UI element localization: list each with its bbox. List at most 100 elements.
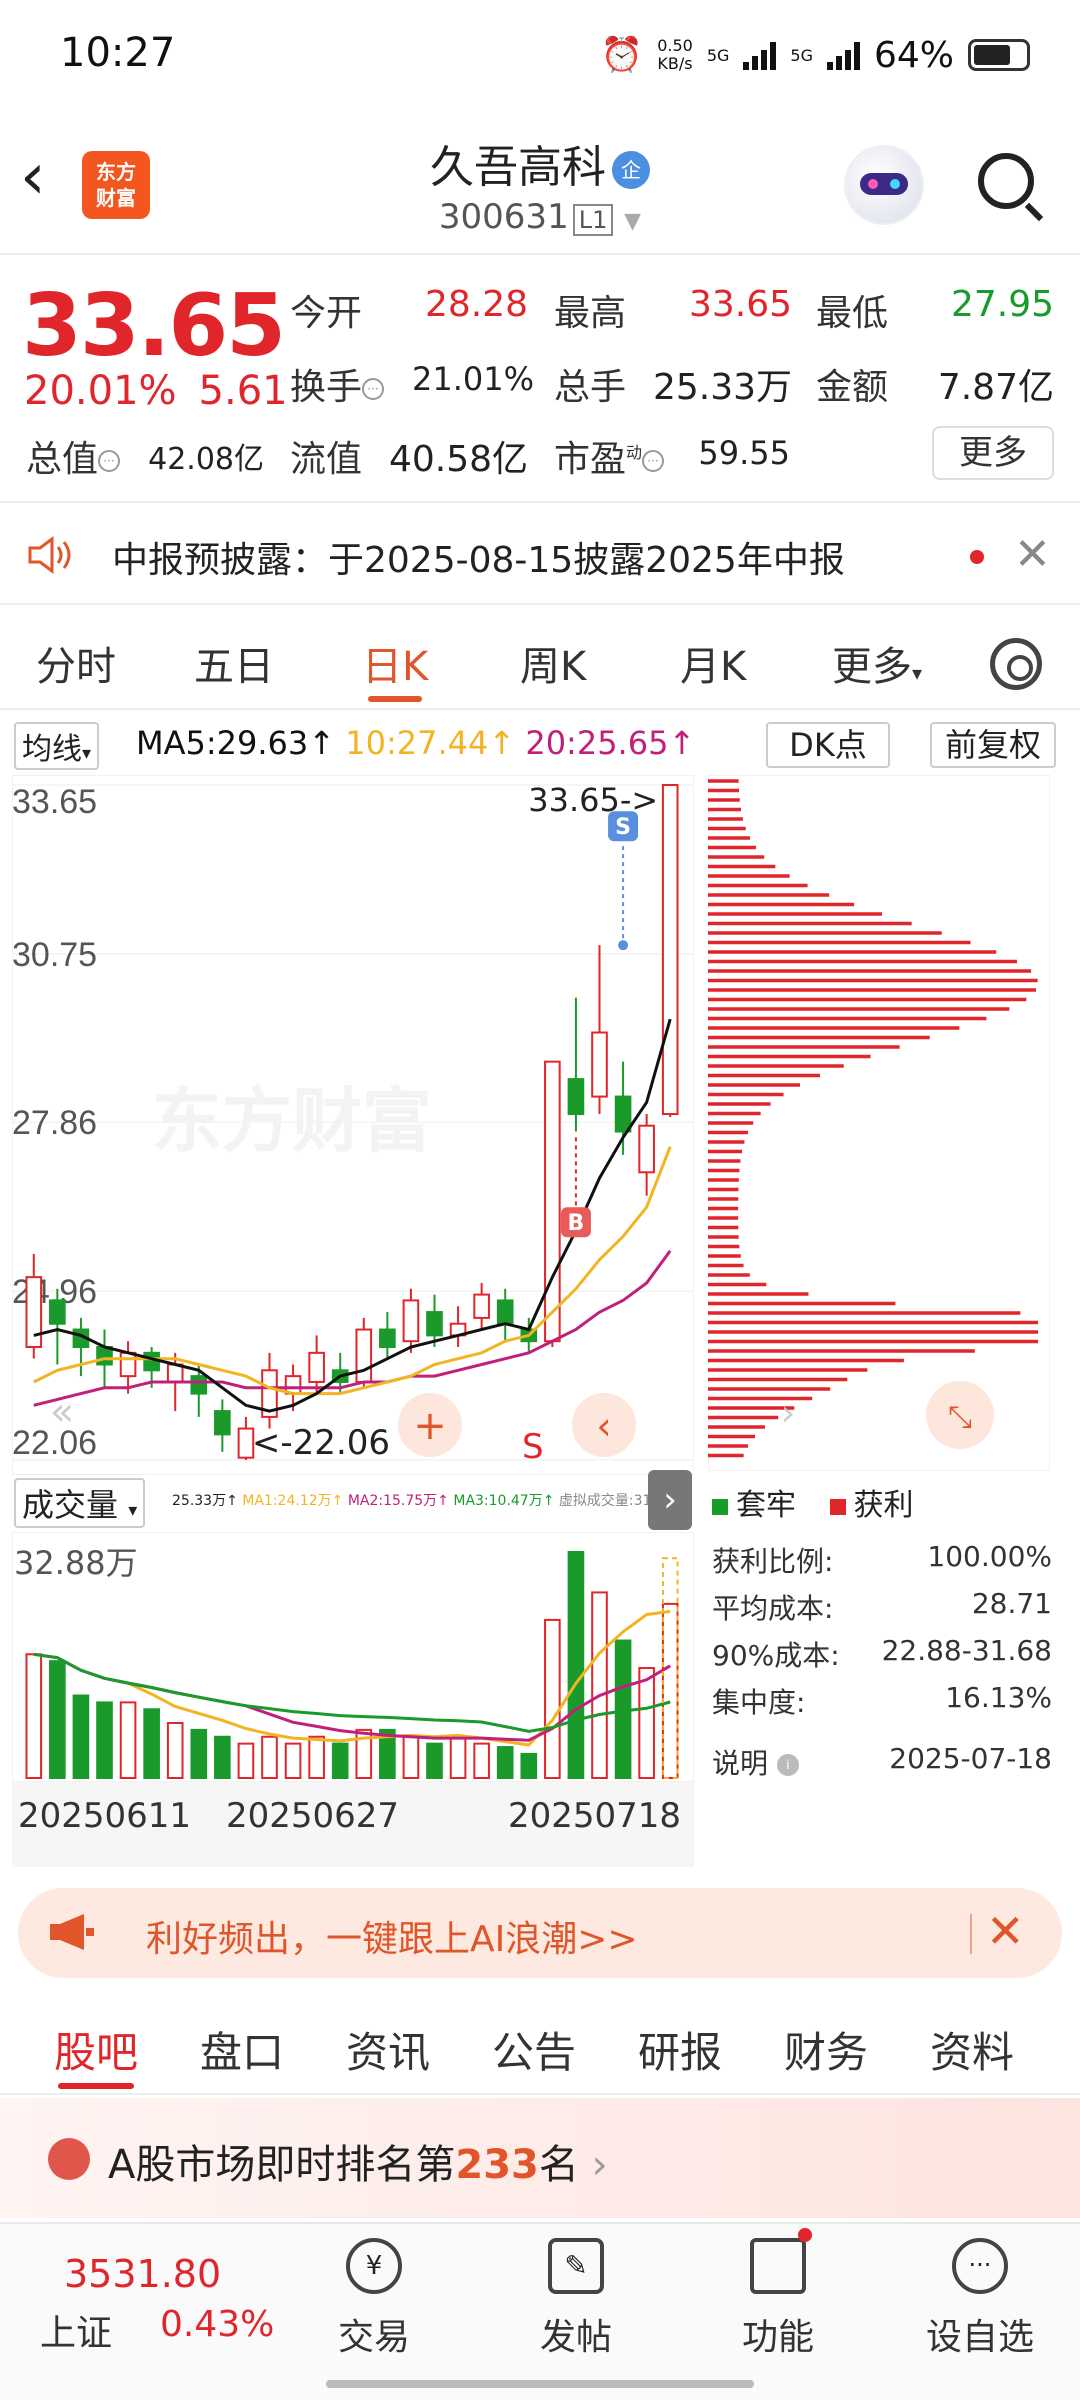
nav-trade[interactable]: ¥ 交易 [304,2238,444,2360]
vol-ma2: MA2:15.75万↑ [347,1493,449,1509]
stock-header: ‹ 东方 财富 久吾高科企 300631 L1 ▼ [0,115,1080,255]
chevron-right-icon: › [591,2142,608,2188]
candle-down [379,1328,396,1349]
divider [970,1914,972,1954]
stock-code-row[interactable]: 300631 L1 ▼ [0,197,1080,237]
info-icon[interactable]: i [776,1754,799,1776]
volume-select[interactable]: 成交量 ▾ [14,1478,146,1528]
close-icon[interactable]: ✕ [986,1904,1025,1958]
volume-bar-down [190,1728,208,1780]
rank-number: 233 [455,2142,539,2188]
high-value: 33.65 [688,284,792,325]
rank-card[interactable]: A股市场即时排名第233名 › [0,2098,1080,2218]
tab-profile[interactable]: 资料 [930,2019,1014,2080]
index-name: 上证 [40,2313,113,2354]
content-tabs: 股吧 盘口 资讯 公告 研报 财务 资料 [0,1995,1080,2095]
buy-marker-label: B [568,1211,585,1236]
volume-bar-down [567,1551,585,1779]
volume-bar-down [143,1708,160,1780]
candle-up [591,1031,608,1098]
stat-value: 100.00% [927,1540,1052,1573]
more-quote-button[interactable]: 更多 [932,426,1054,480]
bottom-bar: 3531.80 上证 0.43% ¥ 交易 ✎ 发帖 功能 ··· 设自选 [0,2222,1080,2400]
stat-key: 90%成本: [712,1639,840,1672]
candle-up [25,1276,43,1349]
volume-chart[interactable]: 32.88万 [12,1532,694,1782]
candle-up [473,1293,490,1319]
tab-monthly-k[interactable]: 月K [680,634,746,692]
gear-icon[interactable] [990,638,1042,690]
amount-value: 7.87亿 [937,367,1054,408]
turnover-label-text: 换手 [290,367,363,408]
info-icon[interactable]: ··· [98,450,121,472]
promo-banner[interactable]: 利好频出，一键跟上AI浪潮>> ✕ [18,1888,1062,1978]
y-tick-label: 33.65 [12,783,97,821]
volume-date-axis: 20250611 20250627 20250718 [12,1782,694,1867]
tab-guba[interactable]: 股吧 [54,2019,138,2089]
chevron-right-icon[interactable]: › [648,1470,692,1530]
tab-more[interactable]: 更多▾ [832,634,922,692]
volume-bar-up [402,1735,420,1779]
edit-icon: ✎ [548,2238,604,2294]
notice-bar[interactable]: 中报预披露：于2025-08-15披露2025年中报 ✕ [0,505,1080,605]
tab-announcements[interactable]: 公告 [492,2019,576,2080]
volume-legend: 25.33万↑ MA1:24.12万↑ MA2:15.75万↑ MA3:10.4… [172,1490,688,1510]
caret-down-icon: ▾ [82,743,92,764]
open-label: 今开 [290,293,363,334]
net-speed-value: 0.50 [657,36,693,55]
volume-bar-down [331,1742,349,1779]
info-icon[interactable]: ··· [642,450,665,472]
tab-five-day[interactable]: 五日 [194,634,274,692]
candle-down [496,1299,514,1325]
nav-trade-label: 交易 [337,2317,410,2358]
battery-icon [968,39,1030,71]
ma-row: 均线▾ MA5:29.63↑ 10:27.44↑ 20:25.65↑ [0,718,700,770]
tab-pankou[interactable]: 盘口 [200,2019,284,2080]
adjust-mode-button[interactable]: 前复权 [930,722,1056,768]
mktcap-value: 42.08亿 [148,442,264,477]
nav-add-watchlist[interactable]: ··· 设自选 [910,2238,1050,2360]
pe-label-text: 市盈 [554,439,627,480]
index-change: 0.43% [160,2304,275,2345]
tab-news[interactable]: 资讯 [346,2019,430,2080]
tab-finance[interactable]: 财务 [784,2019,868,2080]
date-label: 20250718 [508,1796,682,1836]
stat-value: 16.13% [945,1681,1052,1714]
volume-bar-up [284,1742,302,1779]
volume-bar-down [214,1735,231,1779]
chip-distribution-chart[interactable]: › ⤡ [708,775,1050,1471]
nav-add-watchlist-label: 设自选 [925,2317,1034,2358]
ai-assistant-avatar[interactable] [846,147,922,223]
plus-icon: + [413,1403,447,1449]
search-icon[interactable] [978,153,1034,209]
ma10-value: 10:27.44↑ [345,724,516,762]
tab-weekly-k[interactable]: 周K [520,634,586,692]
trap-label: 套牢 [736,1488,796,1523]
chip-legend: 套牢 获利 [712,1480,914,1524]
candle-up [308,1351,325,1383]
grid-icon [750,2228,812,2294]
ma-select[interactable]: 均线▾ [14,722,100,770]
profit-swatch [829,1498,846,1515]
tab-research[interactable]: 研报 [638,2019,722,2080]
stat-key: 获利比例: [712,1545,834,1578]
caret-down-icon: ▾ [128,1500,138,1521]
tab-intraday[interactable]: 分时 [36,634,116,692]
notice-text: 中报预披露：于2025-08-15披露2025年中报 [112,540,845,581]
vol-legend-value: 25.33万↑ [172,1493,238,1509]
volume-label: 总手 [554,367,627,408]
close-icon[interactable]: ✕ [1014,529,1051,580]
dk-points-button[interactable]: DK点 [766,722,890,768]
chip-frame [708,775,1050,1471]
volume-bar-up [473,1742,490,1779]
candlestick-chart[interactable]: 33.6530.7527.8624.9622.06东方财富BSS33.65-><… [12,775,694,1475]
info-icon[interactable]: ··· [362,378,385,400]
ranking-icon [48,2138,90,2180]
nav-functions[interactable]: 功能 [708,2228,848,2360]
nav-post[interactable]: ✎ 发帖 [506,2238,646,2360]
stat-key: 平均成本: [712,1592,834,1625]
note-label[interactable]: 说明 i [712,1742,799,1782]
tab-daily-k[interactable]: 日K [362,634,428,702]
signal-icon [826,40,860,70]
battery-percent: 64% [873,34,954,76]
